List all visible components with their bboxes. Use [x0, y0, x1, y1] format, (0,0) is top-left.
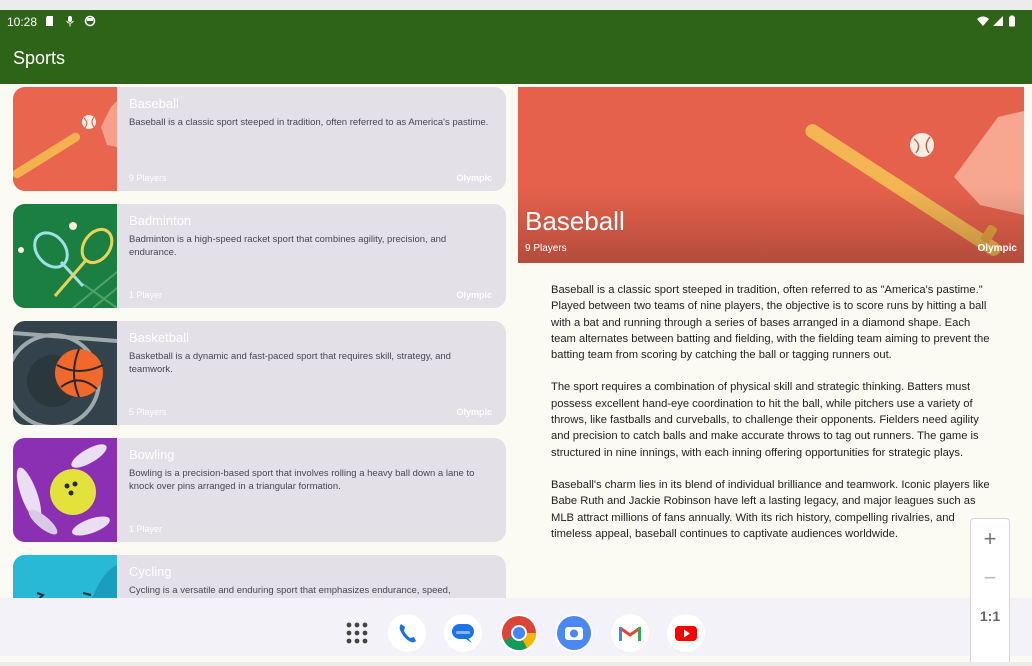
messages-icon[interactable]	[444, 614, 482, 652]
taskbar	[0, 598, 1032, 656]
chrome-icon[interactable]	[500, 614, 538, 652]
gmail-icon[interactable]	[611, 614, 649, 652]
bowling-thumbnail	[13, 438, 117, 542]
battery-icon	[1009, 15, 1015, 27]
baseball-thumbnail	[13, 87, 117, 191]
card-description: Basketball is a dynamic and fast-paced s…	[129, 351, 451, 375]
detail-players: 9 Players	[525, 243, 567, 254]
mic-icon	[66, 16, 74, 27]
sport-card-badminton[interactable]: Badminton Badminton is a high-speed rack…	[13, 204, 506, 308]
sport-card-cycling[interactable]: Cycling Cycling is a versatile and endur…	[13, 555, 506, 599]
camera-icon[interactable]	[555, 614, 593, 652]
top-app-bar: Sports	[0, 34, 1032, 84]
card-description: Baseball is a classic sport steeped in t…	[129, 117, 489, 128]
wifi-icon	[977, 16, 989, 26]
detail-olympic-tag: Olympic	[977, 243, 1017, 254]
phone-icon[interactable]	[388, 614, 426, 652]
card-olympic-tag: Olympic	[456, 407, 492, 417]
card-title: Cycling	[129, 564, 172, 579]
detail-hero-image: Baseball 9 Players Olympic	[518, 87, 1024, 263]
detail-paragraph: Baseball is a classic sport steeped in t…	[551, 284, 990, 362]
sport-card-bowling[interactable]: Bowling Bowling is a precision-based spo…	[13, 438, 506, 542]
detail-description: Baseball is a classic sport steeped in t…	[551, 282, 991, 582]
card-olympic-tag: Olympic	[456, 173, 492, 183]
card-olympic-tag: Olympic	[456, 290, 492, 300]
zoom-out-button[interactable]: −	[971, 558, 1009, 597]
sport-card-basketball[interactable]: Basketball Basketball is a dynamic and f…	[13, 321, 506, 425]
app-title: Sports	[13, 48, 66, 68]
bottom-frame	[0, 662, 1032, 666]
data-saver-icon	[84, 15, 96, 27]
sd-card-icon	[46, 16, 53, 26]
card-description: Cycling is a versatile and enduring spor…	[129, 585, 451, 596]
card-title: Badminton	[129, 213, 192, 228]
card-players: 9 Players	[129, 173, 167, 183]
card-description: Bowling is a precision-based sport that …	[129, 468, 475, 492]
card-title: Baseball	[129, 96, 179, 111]
cycling-thumbnail	[13, 555, 117, 599]
card-players: 1 Player	[129, 524, 163, 534]
basketball-thumbnail	[13, 321, 117, 425]
youtube-icon[interactable]	[667, 614, 705, 652]
status-time: 10:28	[7, 15, 38, 29]
card-players: 1 Player	[129, 290, 163, 300]
status-bar: 10:28	[0, 10, 1032, 34]
top-frame	[0, 0, 1032, 10]
detail-paragraph: The sport requires a combination of phys…	[551, 381, 979, 459]
detail-title: Baseball	[525, 206, 625, 236]
sport-card-baseball[interactable]: Baseball Baseball is a classic sport ste…	[13, 87, 506, 191]
card-title: Bowling	[129, 447, 175, 462]
card-description: Badminton is a high-speed racket sport t…	[129, 234, 447, 258]
detail-paragraph: Baseball's charm lies in its blend of in…	[551, 478, 990, 540]
cellular-signal-icon	[993, 16, 1003, 26]
sports-list[interactable]: Baseball Baseball is a classic sport ste…	[13, 87, 506, 599]
zoom-controls: + − 1:1	[970, 518, 1010, 666]
zoom-reset-button[interactable]: 1:1	[971, 597, 1009, 636]
card-players: 5 Players	[129, 407, 167, 417]
app-drawer-icon[interactable]	[338, 614, 376, 652]
zoom-in-button[interactable]: +	[971, 519, 1009, 558]
badminton-thumbnail	[13, 204, 117, 308]
card-title: Basketball	[129, 330, 189, 345]
